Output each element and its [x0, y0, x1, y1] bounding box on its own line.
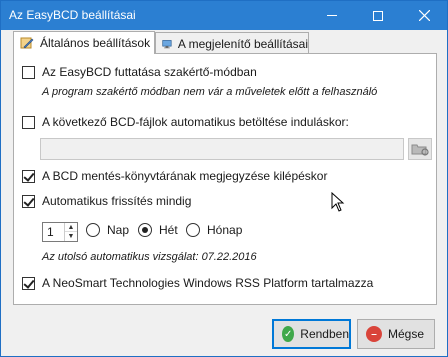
tab-general-label: Általános beállítások: [40, 36, 151, 50]
stepper-arrows: ▲ ▼: [64, 223, 77, 241]
cancel-icon: –: [366, 326, 382, 342]
expert-mode-label: Az EasyBCD futtatása szakértő-módban: [42, 65, 257, 79]
radio-week-label: Hét: [159, 223, 178, 237]
expert-mode-hint: A program szakértő módban nem vár a műve…: [42, 86, 378, 98]
close-button[interactable]: [401, 1, 447, 30]
auto-load-label: A következő BCD-fájlok automatikus betöl…: [42, 115, 349, 129]
minimize-icon: [327, 15, 337, 16]
radio-day[interactable]: Nap: [86, 223, 129, 237]
stepper-up-button[interactable]: ▲: [65, 223, 77, 232]
tab-display-label: A megjelenítő beállításai: [177, 36, 308, 51]
auto-update-option[interactable]: Automatikus frissítés mindig: [22, 194, 191, 208]
bcd-path-input[interactable]: [40, 138, 404, 160]
tab-display[interactable]: A megjelenítő beállításai: [155, 32, 309, 54]
browse-button[interactable]: [408, 138, 432, 160]
radio-week-button[interactable]: [138, 223, 152, 237]
close-icon: [418, 10, 430, 21]
window-title: Az EasyBCD beállításai: [9, 8, 136, 22]
rss-label: A NeoSmart Technologies Windows RSS Plat…: [42, 276, 374, 290]
radio-day-label: Nap: [107, 223, 130, 237]
radio-month-button[interactable]: [186, 223, 200, 237]
settings-pencil-icon: [20, 37, 34, 49]
ok-button[interactable]: ✓ Rendben: [272, 319, 351, 349]
remember-backup-label: A BCD mentés-könyvtárának megjegyzése ki…: [42, 169, 328, 183]
maximize-button[interactable]: [355, 1, 401, 30]
expert-mode-option[interactable]: Az EasyBCD futtatása szakértő-módban: [22, 65, 257, 79]
general-settings-panel: Az EasyBCD futtatása szakértő-módban A p…: [13, 53, 437, 305]
auto-update-checkbox[interactable]: [22, 194, 35, 208]
expert-mode-checkbox[interactable]: [22, 65, 35, 79]
stepper-down-button[interactable]: ▼: [65, 232, 77, 241]
ok-button-label: Rendben: [300, 327, 349, 341]
settings-window: Az EasyBCD beállításai Általános beállít…: [0, 0, 448, 357]
radio-day-button[interactable]: [86, 223, 100, 237]
maximize-icon: [373, 10, 383, 21]
title-bar: Az EasyBCD beállításai: [1, 1, 447, 30]
browse-folder-icon: [411, 144, 429, 156]
tab-general[interactable]: Általános beállítások: [13, 31, 155, 54]
radio-week[interactable]: Hét: [138, 223, 178, 237]
radio-month-label: Hónap: [207, 223, 243, 237]
update-interval-value[interactable]: 1: [47, 225, 54, 239]
last-check-text: Az utolsó automatikus vizsgálat: 07.22.2…: [42, 251, 257, 263]
auto-load-option[interactable]: A következő BCD-fájlok automatikus betöl…: [22, 115, 349, 129]
cancel-button-label: Mégse: [388, 327, 425, 341]
cancel-button[interactable]: – Mégse: [357, 319, 435, 349]
update-interval-stepper[interactable]: 1 ▲ ▼: [42, 222, 78, 242]
radio-month[interactable]: Hónap: [186, 223, 242, 237]
remember-backup-checkbox[interactable]: [22, 169, 35, 183]
auto-update-label: Automatikus frissítés mindig: [42, 194, 192, 208]
checkmark-icon: ✓: [282, 326, 295, 342]
rss-option[interactable]: A NeoSmart Technologies Windows RSS Plat…: [22, 276, 373, 290]
mouse-pointer-icon: [331, 192, 345, 212]
remember-backup-option[interactable]: A BCD mentés-könyvtárának megjegyzése ki…: [22, 169, 327, 183]
rss-checkbox[interactable]: [22, 276, 35, 290]
monitor-icon: [162, 39, 172, 48]
minimize-button[interactable]: [309, 1, 355, 30]
auto-load-checkbox[interactable]: [22, 115, 35, 129]
